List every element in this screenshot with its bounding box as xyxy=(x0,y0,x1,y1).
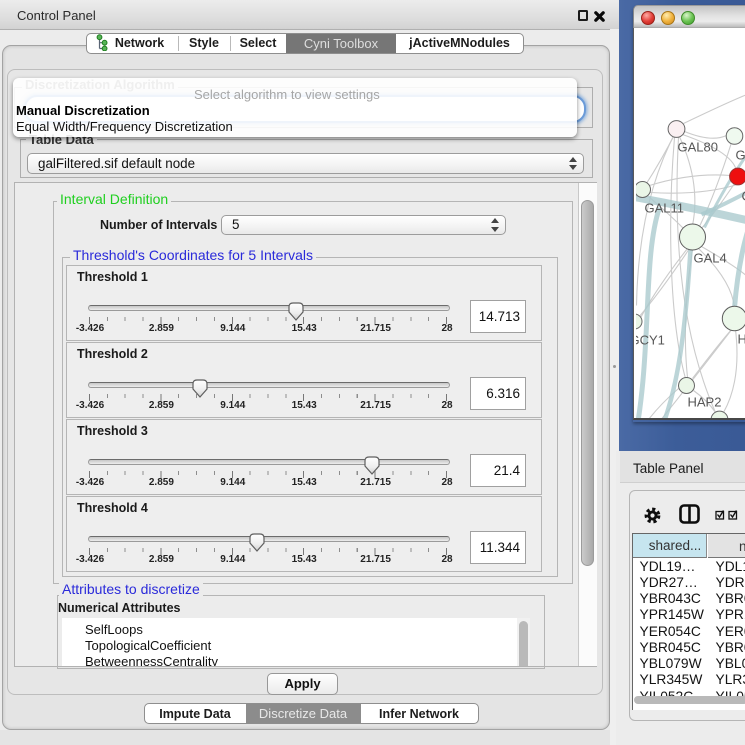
svg-text:C: C xyxy=(741,188,745,203)
svg-text:GAL80: GAL80 xyxy=(677,139,717,154)
svg-text:HAP2: HAP2 xyxy=(687,394,721,409)
svg-text:GA: GA xyxy=(735,147,745,162)
svg-text:GCY1: GCY1 xyxy=(636,332,665,347)
svg-text:GAL11: GAL11 xyxy=(644,200,684,215)
svg-text:GAL4: GAL4 xyxy=(693,250,726,265)
svg-text:H: H xyxy=(737,331,745,346)
